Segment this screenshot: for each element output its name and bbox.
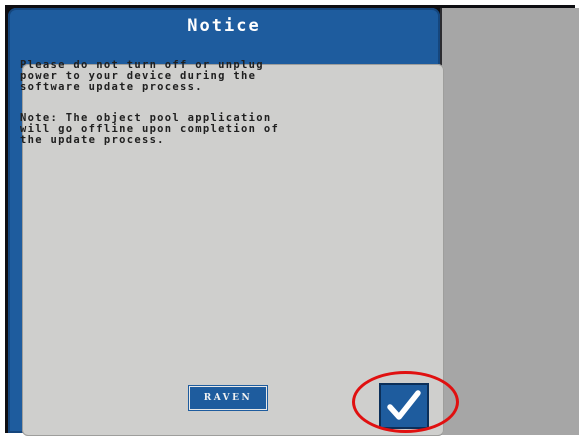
right-panel xyxy=(440,8,579,435)
screen: Notice Please do not turn off or unplug … xyxy=(0,0,579,436)
note-message: Note: The object pool application will g… xyxy=(20,112,280,146)
highlight-ring xyxy=(352,371,459,433)
warning-message: Please do not turn off or unplug power t… xyxy=(20,59,264,93)
dialog-title: Notice xyxy=(187,16,261,36)
raven-logo: Raven xyxy=(189,386,267,410)
